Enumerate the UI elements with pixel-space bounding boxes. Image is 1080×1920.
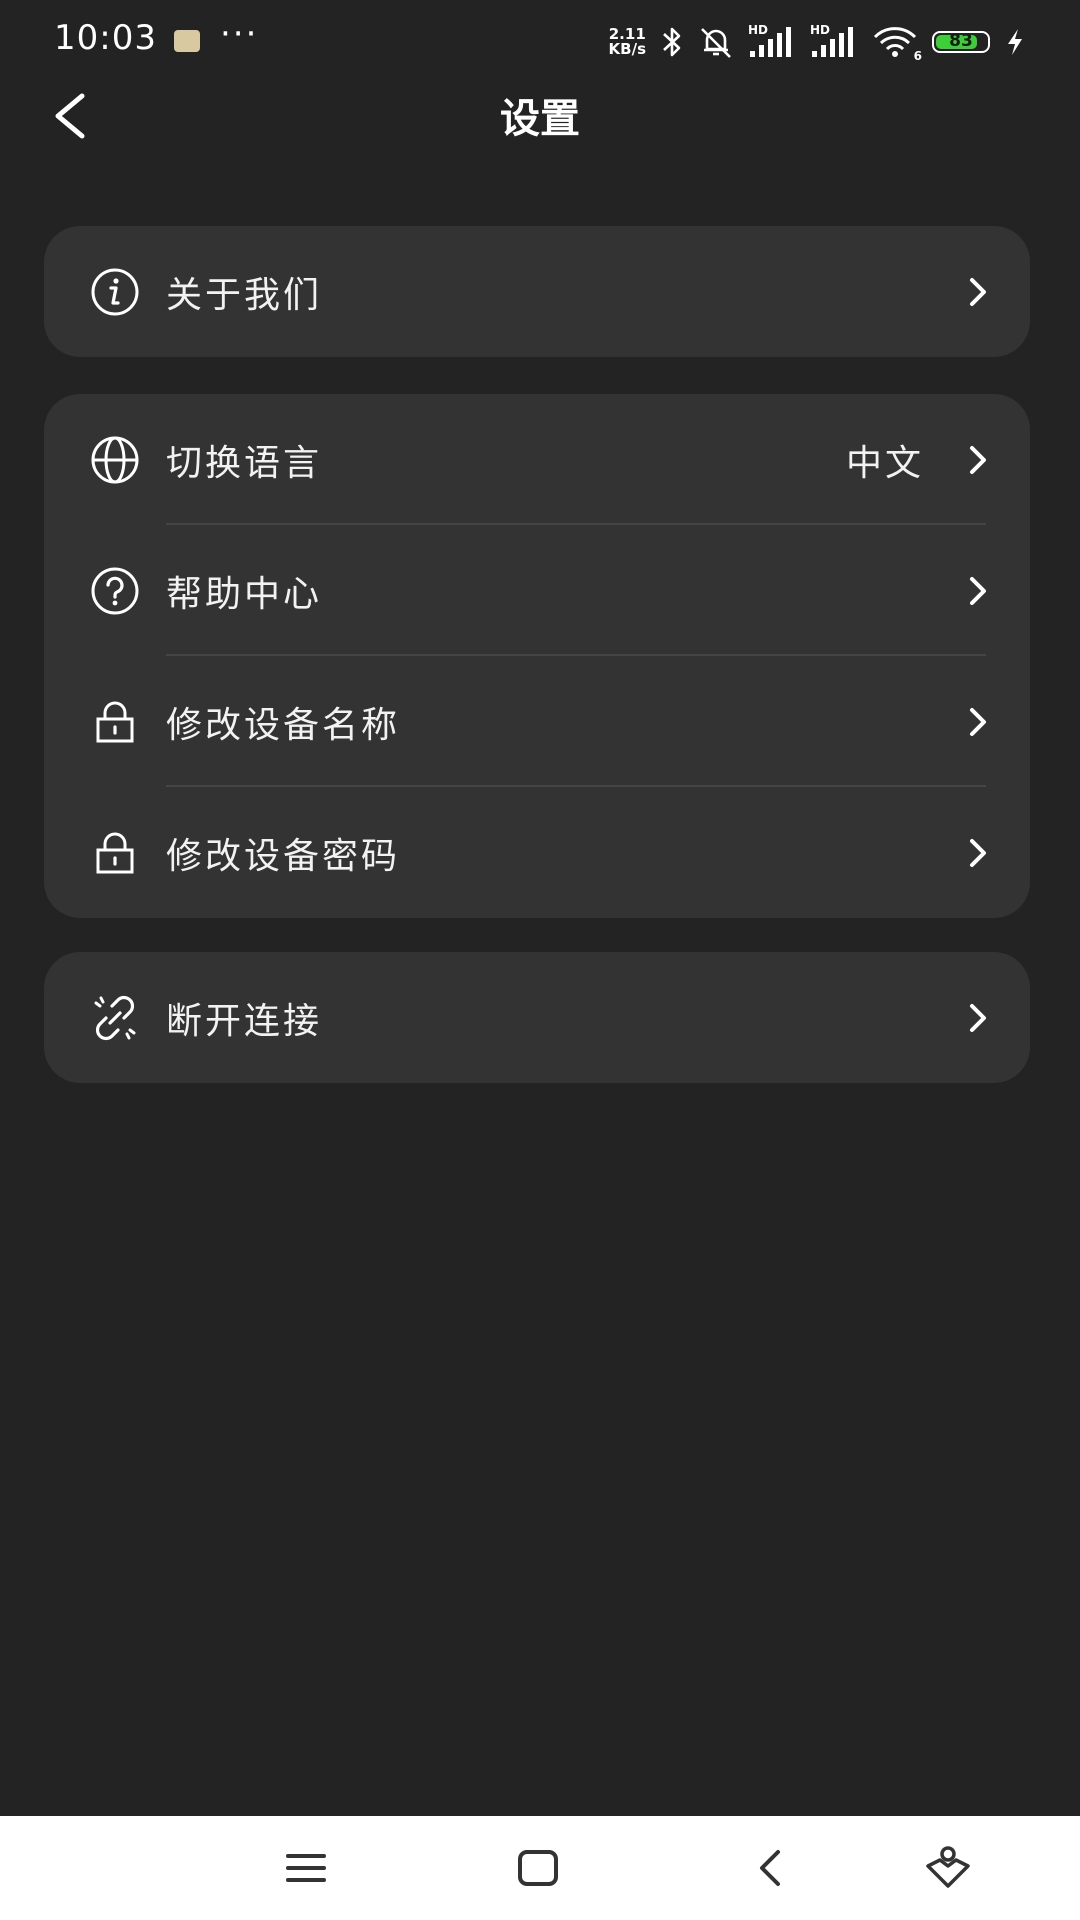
settings-item-rename-device[interactable]: 修改设备名称 — [44, 656, 1030, 787]
signal-icon-2: HD — [810, 23, 858, 59]
chevron-right-icon — [970, 1003, 986, 1032]
settings-item-label: 帮助中心 — [166, 573, 323, 615]
status-bar: 10:03 ··· 2.11 KB/s HD HD 6 83 — [0, 0, 1080, 84]
settings-group-general: 切换语言 中文 帮助中心 修改设备名称 修改设备密码 — [44, 394, 1030, 918]
settings-item-label: 修改设备密码 — [166, 835, 401, 877]
chevron-right-icon — [970, 576, 986, 605]
bluetooth-icon — [663, 27, 681, 57]
settings-item-switch-language[interactable]: 切换语言 中文 — [44, 394, 1030, 525]
current-language-value: 中文 — [845, 442, 924, 484]
settings-group-about: 关于我们 — [44, 226, 1030, 357]
signal-icon: HD — [748, 23, 796, 59]
page-title: 设置 — [500, 96, 580, 142]
network-speed: 2.11 KB/s — [608, 25, 646, 58]
settings-item-disconnect[interactable]: 断开连接 — [44, 952, 1030, 1083]
settings-item-help-center[interactable]: 帮助中心 — [44, 525, 1030, 656]
back-icon[interactable] — [740, 1836, 804, 1900]
lock-icon — [96, 832, 134, 873]
help-icon — [91, 567, 139, 614]
chevron-right-icon — [970, 838, 986, 867]
chevron-right-icon — [970, 707, 986, 736]
system-navigation-bar — [0, 1816, 1080, 1920]
globe-icon — [91, 436, 139, 483]
settings-item-about-us[interactable]: 关于我们 — [44, 226, 1030, 357]
assistant-icon[interactable] — [916, 1836, 980, 1900]
app-notification-icon — [174, 30, 200, 52]
menu-icon[interactable] — [274, 1836, 338, 1900]
settings-item-label: 断开连接 — [166, 1000, 323, 1042]
charging-icon — [1008, 29, 1022, 55]
wifi-icon: 6 — [872, 25, 922, 63]
settings-item-label: 切换语言 — [166, 442, 323, 484]
lock-icon — [96, 701, 134, 742]
home-icon[interactable] — [506, 1836, 570, 1900]
mute-bell-icon — [701, 28, 731, 58]
info-icon — [91, 268, 139, 315]
settings-item-label: 关于我们 — [166, 274, 323, 316]
settings-item-label: 修改设备名称 — [166, 704, 401, 746]
unlink-icon — [94, 995, 136, 1040]
chevron-right-icon — [970, 445, 986, 474]
status-icons: 2.11 KB/s HD HD 6 83 — [608, 22, 1026, 63]
settings-group-connection: 断开连接 — [44, 952, 1030, 1083]
chevron-right-icon — [970, 277, 986, 306]
status-time: 10:03 — [54, 18, 157, 58]
battery-icon: 83 — [932, 31, 990, 53]
more-notifications-icon: ··· — [220, 14, 259, 54]
settings-item-change-device-password[interactable]: 修改设备密码 — [44, 787, 1030, 918]
